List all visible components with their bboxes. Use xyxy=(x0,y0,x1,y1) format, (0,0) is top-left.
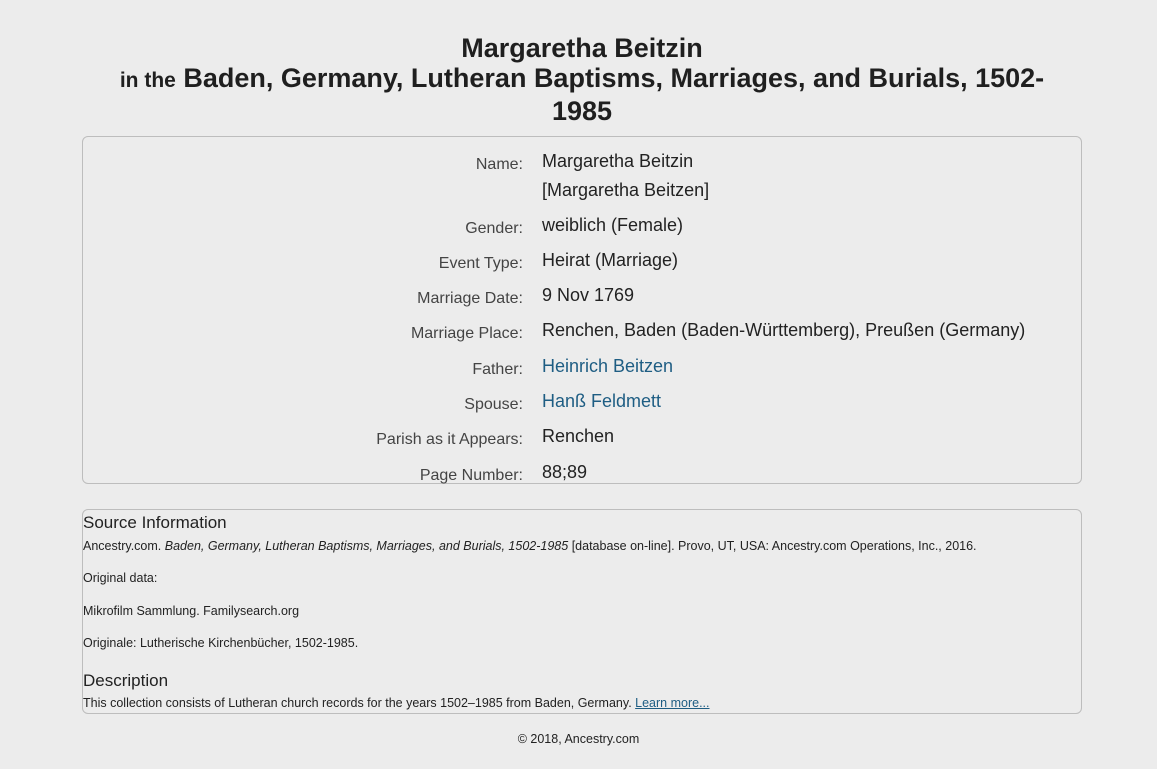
record-label: Father: xyxy=(472,361,523,378)
citation-suffix: [database on-line]. Provo, UT, USA: Ance… xyxy=(571,539,977,553)
learn-more-link[interactable]: Learn more... xyxy=(635,696,709,710)
record-value-wrap: Heinrich Beitzen xyxy=(542,352,673,381)
description-text: This collection consists of Lutheran chu… xyxy=(83,696,632,710)
person-name-title: Margaretha Beitzin xyxy=(461,33,703,63)
record-value-wrap: Hanß Feldmett xyxy=(542,387,661,416)
record-value: Heirat (Marriage) xyxy=(542,250,679,270)
record-value: 88;89 xyxy=(542,462,588,482)
original-data-label: Original data: xyxy=(83,571,158,585)
collection-name: Baden, Germany, Lutheran Baptisms, Marri… xyxy=(183,63,1045,126)
father-link[interactable]: Heinrich Beitzen xyxy=(542,356,673,376)
record-value-alt: [Margaretha Beitzen] xyxy=(542,180,710,200)
original-data-line-1: Mikrofilm Sammlung. Familysearch.org xyxy=(83,604,300,618)
description-heading: Description xyxy=(83,671,169,690)
page-title: Margaretha Beitzin in the Baden, Germany… xyxy=(82,33,1082,126)
collection-title: in the Baden, Germany, Lutheran Baptisms… xyxy=(82,63,1082,126)
record-value: Renchen xyxy=(542,426,615,446)
copyright-footer: © 2018, Ancestry.com xyxy=(517,732,640,746)
record-value: Margaretha Beitzin xyxy=(542,151,694,171)
source-citation: Ancestry.com. Baden, Germany, Lutheran B… xyxy=(83,539,977,553)
record-label: Marriage Place: xyxy=(410,325,523,342)
record-label: Event Type: xyxy=(438,255,523,272)
citation-title: Baden, Germany, Lutheran Baptisms, Marri… xyxy=(164,539,569,553)
record-label: Parish as it Appears: xyxy=(376,431,523,448)
source-information-box: Source Information Ancestry.com. Baden, … xyxy=(82,509,1082,714)
original-data-line-2: Originale: Lutherische Kirchenbücher, 15… xyxy=(83,636,359,650)
record-label: Name: xyxy=(475,156,523,173)
citation-prefix: Ancestry.com. xyxy=(83,539,162,553)
in-the-text: in the xyxy=(119,69,176,92)
source-heading: Source Information xyxy=(83,513,227,532)
record-label: Spouse: xyxy=(464,396,523,413)
record-value: Renchen, Baden (Baden-Württemberg), Preu… xyxy=(542,320,1026,340)
description-text-line: This collection consists of Lutheran chu… xyxy=(83,696,710,710)
record-value: 9 Nov 1769 xyxy=(542,285,635,305)
record-details-box: Name: Margaretha Beitzin [Margaretha Bei… xyxy=(82,136,1082,484)
record-label: Page Number: xyxy=(419,467,523,484)
record-value: weiblich (Female) xyxy=(542,215,684,235)
record-page: Margaretha Beitzin in the Baden, Germany… xyxy=(0,0,1157,769)
record-label: Gender: xyxy=(465,220,523,237)
spouse-link[interactable]: Hanß Feldmett xyxy=(542,391,661,411)
record-label: Marriage Date: xyxy=(417,290,523,307)
